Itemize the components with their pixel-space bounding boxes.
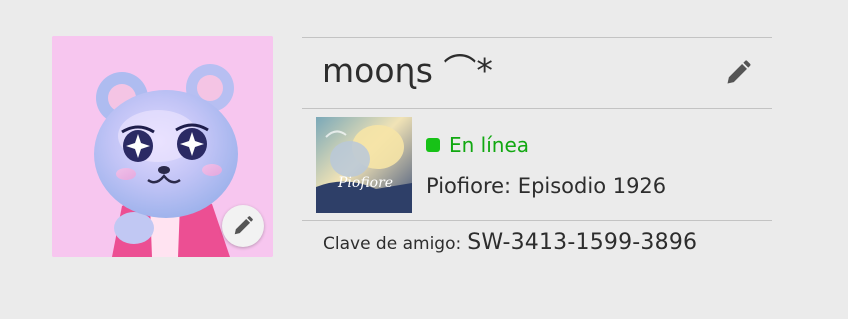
divider [302,108,772,109]
current-game-title: Piofiore: Episodio 1926 [426,174,667,198]
game-cover-art: Piofiore [316,117,412,213]
online-status-indicator [426,138,440,152]
game-thumbnail[interactable]: Piofiore [316,117,412,213]
username-row: mooɳs ⌒* [302,37,772,108]
pencil-icon [727,60,751,84]
friend-code-row: Clave de amigo: SW-3413-1599-3896 [323,230,697,255]
username: mooɳs ⌒* [322,51,493,90]
user-profile-page: mooɳs ⌒* Piofiore En línea Piofiore: Epi… [0,0,848,319]
online-status-text: En línea [449,133,530,157]
online-status: En línea [426,133,529,157]
divider [302,220,772,221]
friend-code-label: Clave de amigo: [323,234,462,254]
edit-username-button[interactable] [722,57,754,89]
pencil-icon [234,216,253,235]
edit-avatar-button[interactable] [222,205,264,247]
profile-info-panel: mooɳs ⌒* Piofiore En línea Piofiore: Epi… [302,37,772,267]
friend-code-value: SW-3413-1599-3896 [467,230,698,255]
game-logo-text: Piofiore [337,175,393,191]
